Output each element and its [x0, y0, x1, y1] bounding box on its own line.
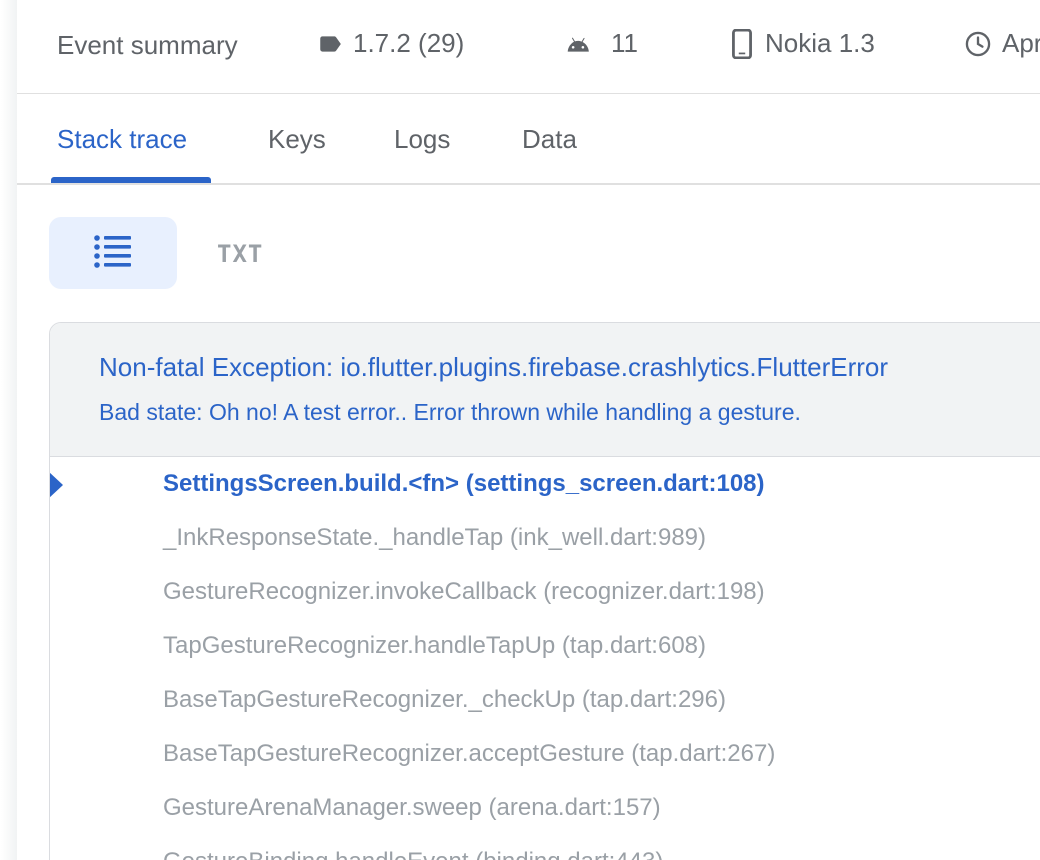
stack-frame[interactable]: GestureBinding.handleEvent (binding.dart… [163, 848, 663, 860]
app-version: 1.7.2 (29) [317, 28, 464, 59]
android-version: 11 [565, 28, 638, 59]
stack-frame[interactable]: SettingsScreen.build.<fn> (settings_scre… [163, 470, 765, 498]
event-card: Event summary 1.7.2 (29) 11 Nokia 1.3 Ap… [1, 0, 1040, 860]
clock-icon [964, 30, 992, 58]
active-tab-indicator [51, 177, 211, 183]
android-icon [565, 31, 591, 57]
event-time-text: Apr [1002, 28, 1040, 58]
list-view-toggle[interactable] [49, 217, 177, 289]
tab-keys[interactable]: Keys [268, 124, 326, 155]
stack-frame[interactable]: TapGestureRecognizer.handleTapUp (tap.da… [163, 632, 706, 660]
device-model: Nokia 1.3 [729, 28, 875, 59]
label-icon [317, 31, 343, 57]
stack-frame[interactable]: _InkResponseState._handleTap (ink_well.d… [163, 524, 706, 552]
device-model-text: Nokia 1.3 [765, 28, 875, 58]
android-version-text: 11 [611, 28, 638, 58]
tab-stack-trace[interactable]: Stack trace [57, 124, 187, 155]
stack-frame[interactable]: GestureArenaManager.sweep (arena.dart:15… [163, 794, 661, 822]
exception-title: Non-fatal Exception: io.flutter.plugins.… [99, 352, 889, 382]
stack-frame[interactable]: BaseTapGestureRecognizer.acceptGesture (… [163, 740, 775, 768]
app-version-text: 1.7.2 (29) [353, 28, 465, 58]
text-view-toggle[interactable]: TXT [217, 240, 263, 268]
exception-header: Non-fatal Exception: io.flutter.plugins.… [50, 323, 1040, 457]
stack-frame[interactable]: BaseTapGestureRecognizer._checkUp (tap.d… [163, 686, 726, 714]
event-summary-title: Event summary [57, 30, 238, 60]
exception-message: Bad state: Oh no! A test error.. Error t… [99, 399, 801, 425]
event-tabs: Stack trace Keys Logs Data [17, 94, 1040, 185]
phone-icon [729, 28, 755, 59]
event-time: Apr [964, 28, 1040, 59]
stack-frame[interactable]: GestureRecognizer.invokeCallback (recogn… [163, 578, 765, 606]
tab-data[interactable]: Data [522, 124, 577, 155]
tab-logs[interactable]: Logs [394, 124, 450, 155]
list-icon [93, 234, 133, 273]
current-frame-marker-icon [50, 472, 63, 498]
event-summary-bar: Event summary 1.7.2 (29) 11 Nokia 1.3 Ap… [17, 0, 1040, 94]
stack-trace-panel: Non-fatal Exception: io.flutter.plugins.… [49, 322, 1040, 860]
